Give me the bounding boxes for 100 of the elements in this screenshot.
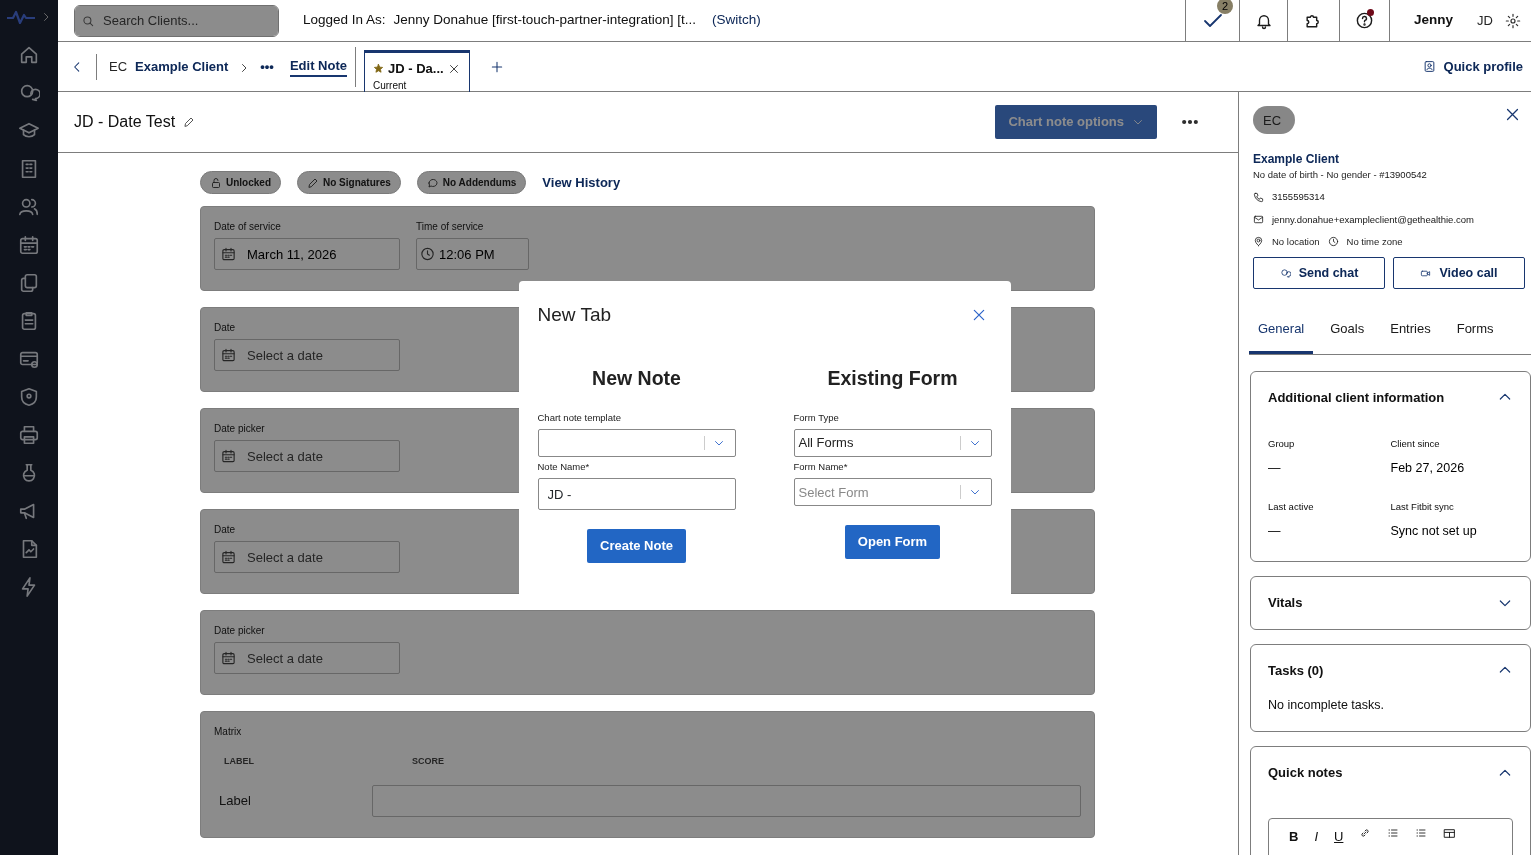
search-icon <box>81 13 95 28</box>
link-icon[interactable] <box>1359 827 1372 840</box>
date-field[interactable]: Select a date <box>214 440 400 472</box>
field-value: — <box>1268 523 1282 541</box>
date-field[interactable]: Select a date <box>214 642 400 674</box>
close-icon[interactable] <box>1504 106 1521 123</box>
primary-button[interactable]: Open Form <box>844 525 941 559</box>
settings-icon[interactable] <box>1505 12 1521 29</box>
field-label: Group <box>1268 437 1296 451</box>
time-field[interactable]: 12:06 PM <box>416 238 529 270</box>
tasks-button[interactable]: 2 <box>1185 0 1240 42</box>
tab-title: JD - Da... <box>388 59 444 78</box>
edit-icon[interactable] <box>183 116 196 128</box>
user-initials: JD <box>1477 11 1493 30</box>
text-field[interactable]: JD - <box>537 478 736 511</box>
close-icon[interactable] <box>447 62 460 75</box>
card-title: Additional client information <box>1268 388 1445 407</box>
field-label: Date picker <box>214 624 266 638</box>
score-field[interactable] <box>371 784 1081 817</box>
status-chip: No Addendums <box>416 171 527 194</box>
column-heading: Existing Form <box>826 365 959 391</box>
calendar-icon <box>221 347 236 363</box>
client-name-link[interactable]: Example Client <box>1253 150 1531 168</box>
primary-button[interactable]: Create Note <box>587 529 686 563</box>
video-call-button[interactable]: Video call <box>1393 257 1525 289</box>
switch-link[interactable]: (Switch) <box>712 10 761 31</box>
documents-icon[interactable] <box>18 272 40 294</box>
location-icon <box>1253 236 1264 248</box>
chat-icon <box>1279 267 1291 279</box>
status-chip: No Signatures <box>297 171 401 194</box>
pen-icon <box>307 176 319 189</box>
logged-in-label: Logged In As: <box>303 11 386 30</box>
field-label: Date <box>214 523 237 537</box>
bullet-list-icon[interactable] <box>1387 827 1400 840</box>
chat-icon[interactable] <box>18 82 40 104</box>
calendar-icon <box>221 549 236 565</box>
profile-tab[interactable]: Forms <box>1447 319 1503 354</box>
calendar-icon[interactable] <box>18 234 40 256</box>
date-field[interactable]: March 11, 2026 <box>214 238 400 270</box>
tab-subtitle: Current <box>373 79 408 93</box>
user-name: Jenny <box>1414 11 1454 30</box>
card-title: Vitals <box>1268 594 1303 612</box>
breadcrumb-link[interactable]: Example Client <box>135 56 229 77</box>
modal-title: New Tab <box>537 303 612 328</box>
field-label: Form Name* <box>793 460 849 475</box>
field-value: — <box>1268 460 1282 478</box>
email-address: jenny.donahue+exampleclient@gethealthie.com <box>1272 212 1474 227</box>
underline-button[interactable]: U <box>1334 827 1344 847</box>
star-icon <box>373 62 384 74</box>
clock-icon <box>1327 236 1339 248</box>
client-avatar: EC <box>1253 106 1295 134</box>
view-history-link[interactable]: View History <box>542 172 621 193</box>
logged-in-user: Jenny Donahue [first-touch-partner-integration] [t... <box>393 11 696 30</box>
breadcrumb-current[interactable]: Edit Note <box>289 55 347 78</box>
printer-icon[interactable] <box>18 424 40 446</box>
mail-icon <box>1253 214 1264 226</box>
select-field[interactable] <box>537 429 736 458</box>
search-field[interactable]: Search Clients... <box>74 4 279 37</box>
clock-icon <box>420 246 435 262</box>
select-field[interactable]: All Forms <box>793 429 992 458</box>
field-label: Last Fitbit sync <box>1390 500 1455 514</box>
field-label: Matrix <box>214 725 243 739</box>
field-label: Date of service <box>214 220 282 234</box>
more-breadcrumbs[interactable]: ••• <box>260 56 274 77</box>
people-icon[interactable] <box>18 196 40 218</box>
table-icon[interactable] <box>1443 827 1457 841</box>
field-label: Form Type <box>793 410 840 425</box>
status-chip: Unlocked <box>200 171 281 194</box>
send-chat-button[interactable]: Send chat <box>1253 257 1385 289</box>
profile-tab[interactable]: General <box>1249 319 1314 354</box>
shield-icon[interactable] <box>18 386 40 408</box>
client-meta: No date of birth - No gender - #13900542 <box>1253 168 1428 182</box>
home-icon[interactable] <box>18 44 40 66</box>
bold-button[interactable]: B <box>1289 827 1299 847</box>
field-label: Date picker <box>214 422 266 436</box>
profile-tab[interactable]: Entries <box>1381 319 1440 354</box>
field-label: Date <box>214 321 237 335</box>
numbered-list-icon[interactable] <box>1415 827 1428 840</box>
select-field[interactable]: Select Form <box>793 478 992 507</box>
quick-profile-link[interactable]: Quick profile <box>1422 56 1523 77</box>
italic-button[interactable]: I <box>1314 827 1318 847</box>
profile-icon <box>1422 60 1436 73</box>
field-label: Chart note template <box>537 410 622 425</box>
note-tab[interactable]: JD - Da... Current <box>364 49 470 92</box>
column-header: LABEL <box>223 755 255 768</box>
location-text: No location <box>1272 234 1320 249</box>
date-field[interactable]: Select a date <box>214 339 400 371</box>
field-label: Note Name* <box>537 460 591 475</box>
user-menu[interactable]: Jenny JD <box>1389 0 1517 42</box>
phone-number: 3155595314 <box>1272 190 1325 205</box>
column-heading: New Note <box>591 365 682 391</box>
profile-tab[interactable]: Goals <box>1321 319 1374 354</box>
time-zone-text: No time zone <box>1346 234 1403 249</box>
field-value: Feb 27, 2026 <box>1390 460 1466 478</box>
add-tab-icon[interactable] <box>490 59 504 74</box>
phone-icon <box>1253 191 1264 203</box>
date-field[interactable]: Select a date <box>214 541 400 573</box>
help-icon <box>1355 11 1375 30</box>
field-label: Time of service <box>416 220 485 234</box>
calendar-icon <box>221 246 236 262</box>
